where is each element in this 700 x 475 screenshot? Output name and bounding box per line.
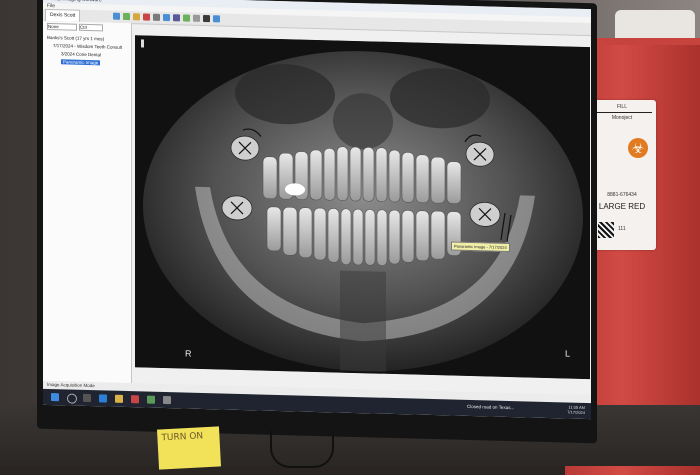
brand-text: Monoject (592, 112, 652, 121)
taskbar-notification[interactable]: Closed road on Texas... (467, 404, 514, 410)
grid-icon[interactable] (203, 15, 210, 23)
tree-item-patient[interactable]: Banks's Scott (17 yrs 1 mos) (47, 35, 104, 41)
sharps-container-label: FILL Monoject ☣ 8881-676434 LARGE RED 11… (588, 100, 656, 250)
open-icon[interactable] (113, 12, 120, 20)
edge-icon[interactable] (99, 394, 107, 403)
measure-icon[interactable] (183, 14, 190, 22)
fill-arrow-text: FILL (616, 104, 627, 110)
sticky-note: TURN ON (156, 426, 222, 470)
rotate-icon[interactable] (163, 13, 170, 22)
xray-side-marker-left: L (565, 348, 571, 359)
delete-icon[interactable] (143, 13, 150, 21)
windows-start-icon[interactable] (51, 393, 59, 402)
size-label: LARGE RED (598, 202, 646, 211)
panoramic-xray-image[interactable]: R L Panoramic Image - 7/17/2024 (135, 35, 590, 380)
xray-graphic (135, 35, 590, 380)
task-view-icon[interactable] (83, 393, 91, 403)
view-combo[interactable]: Ctrl (79, 23, 103, 32)
contrast-icon[interactable] (173, 14, 180, 22)
tree-item-visit[interactable]: 7/17/2024 - Wisdom Teeth Consult (53, 43, 122, 50)
biohazard-icon: ☣ (628, 138, 648, 158)
monitor-screen: Dental Imaging Software File Dexis Scott… (43, 0, 591, 420)
print-icon[interactable] (133, 13, 140, 21)
part-number: 8881-676434 (607, 192, 637, 198)
app-icon[interactable] (131, 395, 139, 404)
export-icon[interactable] (213, 15, 220, 23)
tree-item-panoramic[interactable]: Panoramic Image (61, 59, 101, 66)
barcode-number: 111 (618, 226, 626, 232)
dental-app-icon[interactable] (147, 395, 155, 404)
search-icon[interactable] (67, 393, 77, 404)
settings-icon[interactable] (193, 14, 200, 22)
clock-date: 7/17/2024 (567, 409, 585, 416)
save-icon[interactable] (123, 12, 130, 21)
filter-combo[interactable]: None (47, 22, 77, 31)
xray-side-marker-right: R (185, 348, 192, 359)
patient-tree: None Ctrl Banks's Scott (17 yrs 1 mos) 7… (43, 20, 132, 384)
system-clock[interactable]: 11:05 AM 7/17/2024 (567, 405, 585, 415)
tree-item-study[interactable]: 3/2024 Cone Dental (61, 51, 101, 57)
zoom-icon[interactable] (153, 13, 160, 21)
file-explorer-icon[interactable] (115, 394, 123, 403)
monitor-cable (270, 430, 334, 468)
xray-app-icon[interactable] (163, 395, 171, 405)
xray-tooltip: Panoramic Image - 7/17/2024 (451, 241, 510, 253)
barcode-icon (598, 222, 614, 238)
